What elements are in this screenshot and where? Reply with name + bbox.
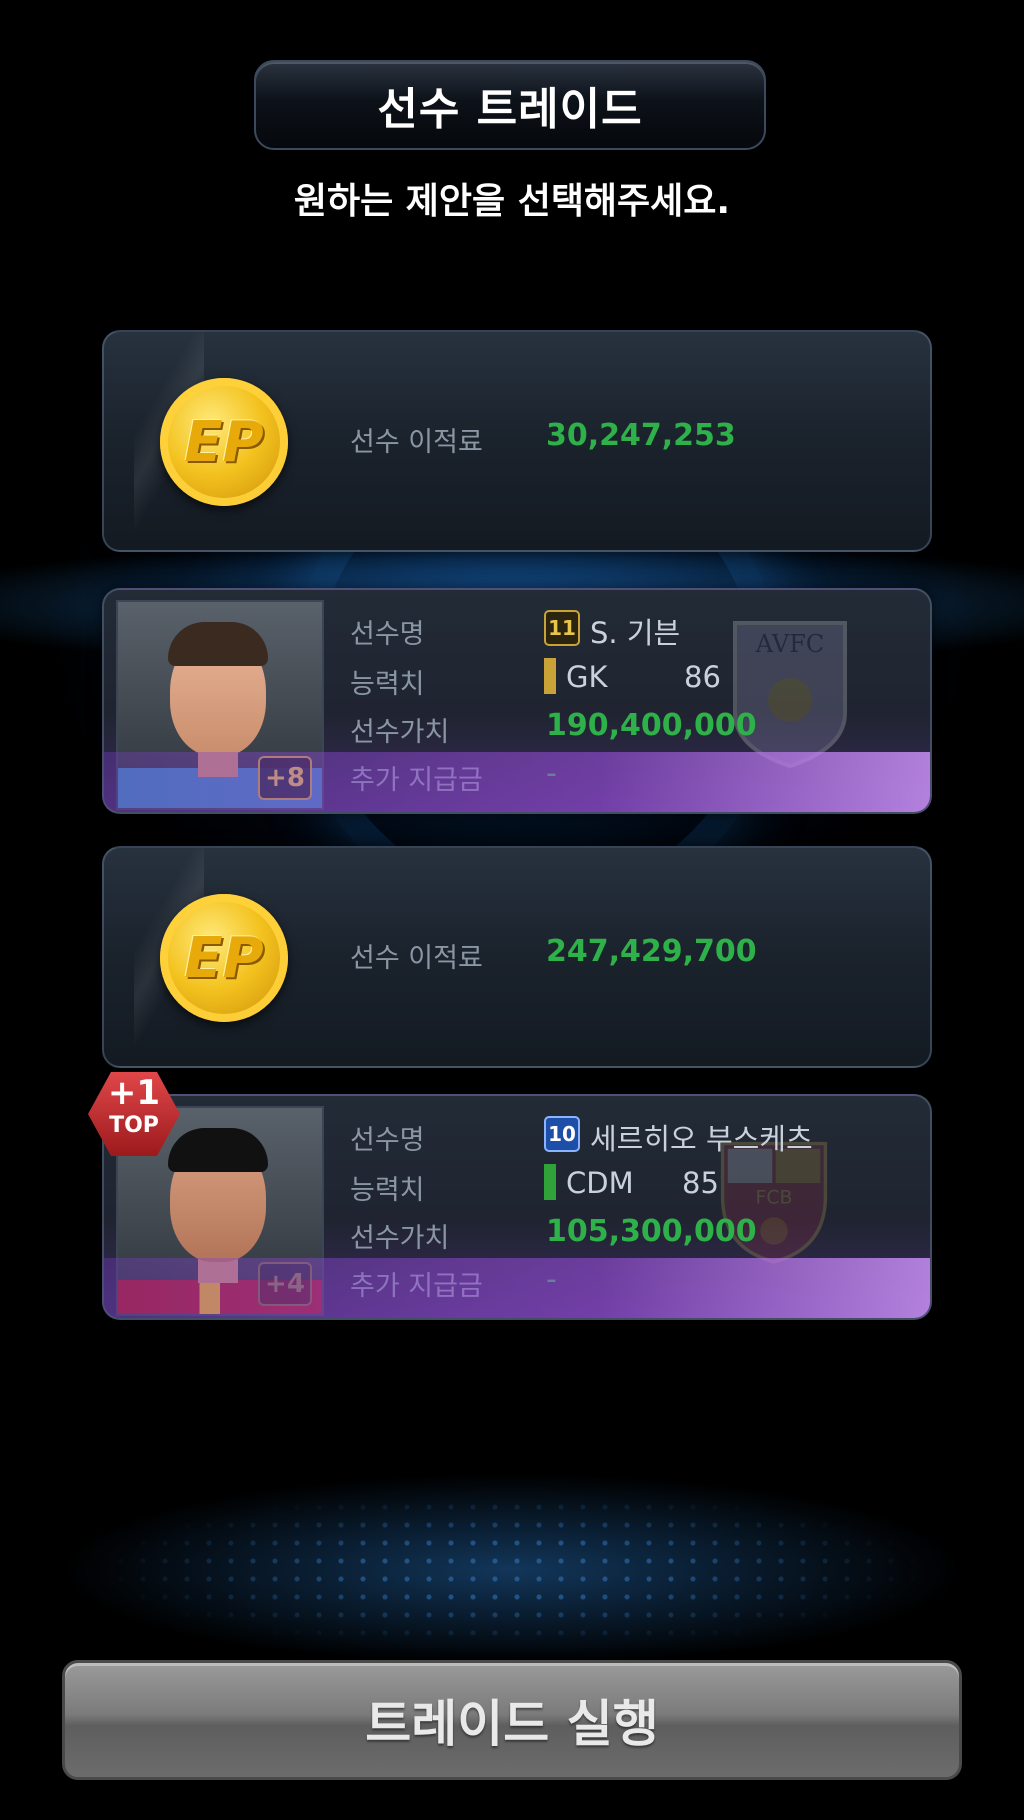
player-value: 105,300,000 [546,1214,757,1249]
page-title: 선수 트레이드 [377,84,643,135]
extra-payment-value: - [546,1262,557,1297]
enhance-badge: +8 [258,756,312,800]
top-badge-plus: +1 [107,1073,161,1113]
ep-coin-icon: EP [160,378,288,506]
player-position: CDM [566,1166,634,1200]
offer-card-player-2[interactable]: +4 FCB 선수명 10 세르히오 부스케츠 능력치 CDM 85 선수가치 … [102,1094,932,1320]
coin-label: EP [184,409,264,475]
floor-grid [0,1480,1024,1660]
position-color-bar [544,1164,556,1200]
player-name: 세르히오 부스케츠 [590,1122,813,1156]
crest-text: AVFC [755,630,824,658]
ability-label: 능력치 [350,669,425,700]
offer-card-player-1[interactable]: +8 AVFC 선수명 11 S. 기븐 능력치 GK 86 선수가치 190,… [102,588,932,814]
ep-coin-icon: EP [160,894,288,1022]
player-name-label: 선수명 [350,1125,425,1156]
position-color-bar [544,658,556,694]
top-rank-badge: +1 TOP [88,1072,180,1156]
execute-trade-label: 트레이드 실행 [365,1695,659,1753]
player-name: S. 기븐 [590,616,681,650]
shirt-number-badge: 11 [544,610,580,646]
instruction-text: 원하는 제안을 선택해주세요. [293,181,731,222]
player-rating: 85 [682,1166,719,1200]
offer-card-ep-2[interactable]: EP 선수 이적료 247,429,700 [102,846,932,1068]
top-badge-text: TOP [109,1113,159,1138]
player-hair [168,622,268,666]
transfer-fee-label: 선수 이적료 [350,427,483,458]
player-hair [168,1128,268,1172]
extra-payment-value: - [546,756,557,791]
extra-payment-label: 추가 지급금 [350,765,483,796]
extra-payment-label: 추가 지급금 [350,1271,483,1302]
ability-label: 능력치 [350,1175,425,1206]
transfer-fee-value: 30,247,253 [546,418,736,453]
player-position: GK [566,660,608,694]
player-value: 190,400,000 [546,708,757,743]
transfer-fee-label: 선수 이적료 [350,943,483,974]
coin-label: EP [184,925,264,991]
execute-trade-button[interactable]: 트레이드 실행 [62,1660,962,1780]
crest-text: FCB [756,1188,793,1209]
player-rating: 86 [684,660,721,694]
transfer-fee-value: 247,429,700 [546,934,757,969]
player-value-label: 선수가치 [350,1223,450,1254]
avfc-crest-icon: AVFC [733,621,847,768]
player-portrait: +8 [116,600,324,810]
player-name-label: 선수명 [350,619,425,650]
title-bar: 선수 트레이드 [254,60,766,150]
player-value-label: 선수가치 [350,717,450,748]
shirt-number-badge: 10 [544,1116,580,1152]
enhance-badge: +4 [258,1262,312,1306]
offer-card-ep-1[interactable]: EP 선수 이적료 30,247,253 [102,330,932,552]
